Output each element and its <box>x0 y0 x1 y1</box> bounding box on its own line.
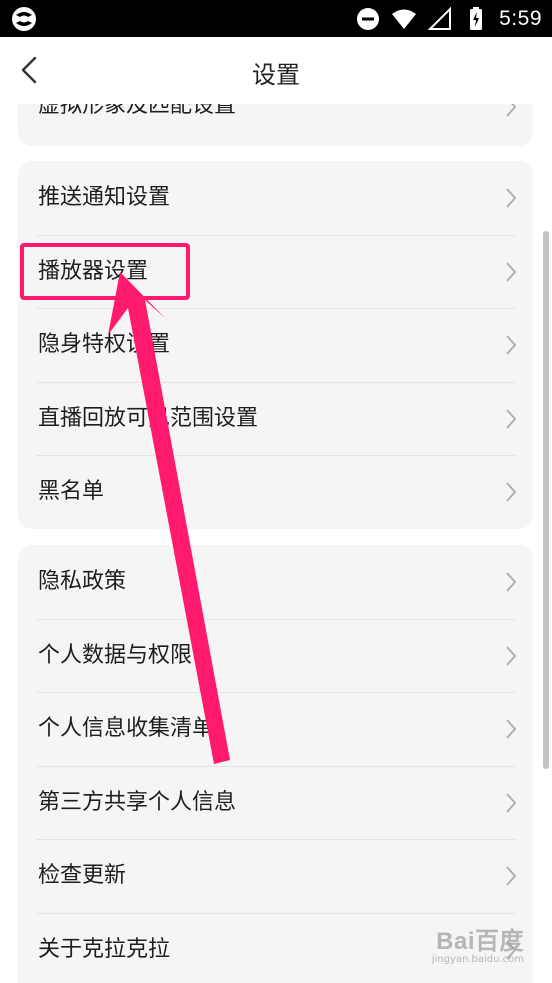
chevron-right-icon <box>506 939 517 960</box>
setting-label: 隐身特权设置 <box>38 332 171 357</box>
wifi-icon <box>392 9 417 29</box>
setting-label: 隐私政策 <box>38 569 127 594</box>
chevron-right-icon <box>506 645 517 666</box>
setting-label: 个人信息收集清单 <box>38 716 215 741</box>
scrollbar[interactable] <box>543 231 549 769</box>
setting-row-third-party-sharing[interactable]: 第三方共享个人信息 <box>18 765 533 840</box>
chevron-right-icon <box>506 408 517 429</box>
app-logo-icon <box>12 7 36 31</box>
do-not-disturb-icon <box>357 7 380 30</box>
setting-label: 播放器设置 <box>38 258 149 284</box>
chevron-right-icon <box>506 188 517 208</box>
setting-row-check-updates[interactable]: 检查更新 <box>18 839 533 913</box>
chevron-right-icon <box>506 866 517 886</box>
header: 设置 <box>0 37 552 104</box>
signal-icon <box>427 6 452 30</box>
chevron-right-icon <box>506 482 517 502</box>
setting-row-player[interactable]: 播放器设置 <box>18 234 533 309</box>
chevron-right-icon <box>506 104 517 117</box>
chevron-right-icon <box>506 719 517 739</box>
settings-group-2: 推送通知设置 播放器设置 隐身特权设置 直播回放可见范围设置 黑名单 <box>18 161 533 529</box>
settings-list[interactable]: 虚拟形象及匹配设置 推送通知设置 播放器设置 隐身特权设置 直播回放可见范围设置… <box>0 104 552 983</box>
chevron-right-icon <box>506 572 517 592</box>
chevron-right-icon <box>506 261 517 282</box>
setting-label: 第三方共享个人信息 <box>38 789 237 815</box>
settings-group-3: 隐私政策 个人数据与权限 个人信息收集清单 第三方共享个人信息 检查更新 关于克… <box>18 545 533 983</box>
setting-row-push-notifications[interactable]: 推送通知设置 <box>18 161 533 235</box>
setting-row-avatar-matching[interactable]: 虚拟形象及匹配设置 <box>18 104 533 146</box>
setting-row-about[interactable]: 关于克拉克拉 <box>18 912 533 983</box>
setting-row-invisibility[interactable]: 隐身特权设置 <box>18 308 533 382</box>
setting-label: 检查更新 <box>38 863 127 888</box>
setting-row-replay-visibility[interactable]: 直播回放可见范围设置 <box>18 381 533 456</box>
setting-label: 黑名单 <box>38 479 105 504</box>
chevron-right-icon <box>506 335 517 355</box>
page-title: 设置 <box>252 61 300 89</box>
setting-row-personal-data[interactable]: 个人数据与权限 <box>18 618 533 693</box>
setting-label: 个人数据与权限 <box>38 642 193 668</box>
setting-label: 关于克拉克拉 <box>38 936 171 962</box>
setting-row-info-collection[interactable]: 个人信息收集清单 <box>18 692 533 766</box>
setting-label: 虚拟形象及匹配设置 <box>38 104 237 118</box>
setting-label: 直播回放可见范围设置 <box>38 405 259 431</box>
settings-group-1: 虚拟形象及匹配设置 <box>18 104 533 146</box>
status-time: 5:59 <box>499 6 542 30</box>
battery-charging-icon <box>470 6 483 30</box>
status-icons: 5:59 <box>355 0 542 37</box>
setting-row-privacy-policy[interactable]: 隐私政策 <box>18 545 533 619</box>
chevron-right-icon <box>506 792 517 813</box>
setting-row-blacklist[interactable]: 黑名单 <box>18 455 533 529</box>
status-bar: 5:59 <box>0 0 552 37</box>
setting-label: 推送通知设置 <box>38 185 171 210</box>
